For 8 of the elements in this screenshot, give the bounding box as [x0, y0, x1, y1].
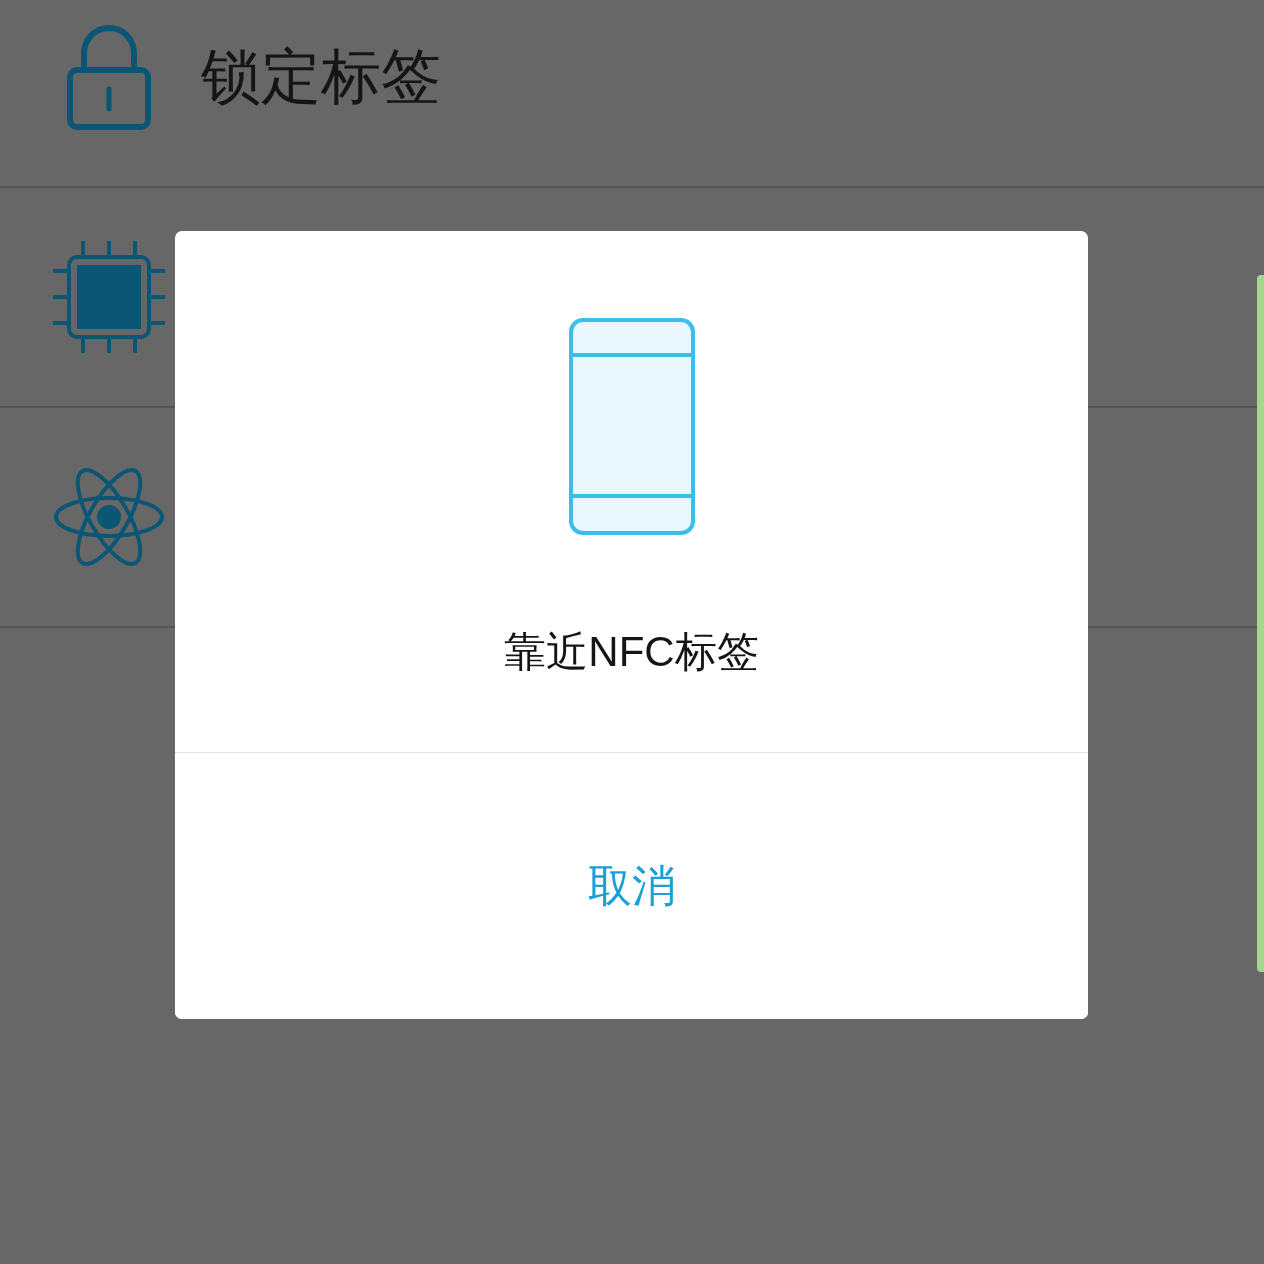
dialog-message: 靠近NFC标签	[504, 631, 759, 673]
list-item[interactable]: 锁定标签	[0, 0, 1264, 188]
side-handle[interactable]	[1257, 275, 1264, 972]
chip-icon	[53, 241, 165, 353]
atom-icon	[53, 465, 165, 569]
padlock-icon	[67, 24, 151, 130]
phone-icon	[568, 318, 695, 535]
item-label: 锁定标签	[201, 47, 441, 107]
